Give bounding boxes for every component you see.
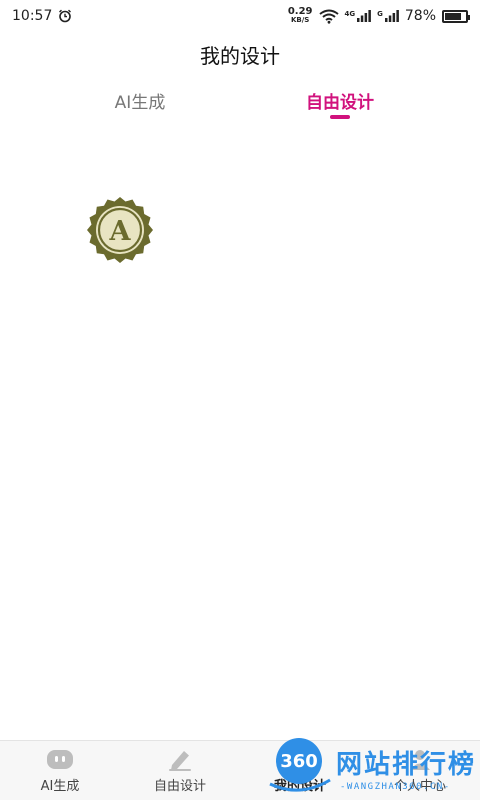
robot-icon [45, 747, 75, 771]
battery-fill [445, 12, 461, 20]
page-title: 我的设计 [200, 44, 280, 68]
alarm-icon [59, 9, 72, 23]
clock-time: 10:57 [12, 8, 53, 24]
nav-ai-generate[interactable]: AI生成 [0, 741, 120, 800]
signal-bars-icon [357, 10, 372, 22]
tab-free-design[interactable]: 自由设计 [260, 88, 420, 113]
user-icon [406, 747, 434, 771]
nav-profile-label: 个人中心 [393, 779, 446, 794]
bottom-nav: AI生成 自由设计 我的设计 个人中心 [0, 740, 480, 800]
net-speed-unit: KB/S [290, 16, 310, 24]
status-right: 0.29 KB/S 4G G 78% [288, 7, 470, 25]
nav-free-design-label: 自由设计 [153, 779, 206, 794]
signal-2-tag: G [377, 10, 383, 18]
design-item-badge[interactable]: A [84, 195, 156, 267]
tab-bar: AI生成 自由设计 [0, 88, 480, 128]
pencil-icon [166, 747, 194, 771]
battery-percent: 78% [404, 8, 436, 24]
nav-my-designs[interactable]: 我的设计 [240, 741, 360, 800]
signal-2: G [377, 10, 399, 22]
nav-my-designs-label: 我的设计 [273, 779, 326, 794]
nav-free-design[interactable]: 自由设计 [120, 741, 240, 800]
status-left: 10:57 [12, 8, 72, 24]
tab-active-indicator [330, 115, 350, 119]
net-speed: 0.29 KB/S [288, 7, 313, 25]
status-bar: 10:57 0.29 KB/S 4G G 78% [0, 0, 480, 32]
tab-ai-generate[interactable]: AI生成 [60, 88, 220, 113]
badge-letter: A [109, 216, 132, 247]
design-canvas: A [0, 140, 480, 738]
net-speed-value: 0.29 [287, 6, 313, 17]
nav-profile[interactable]: 个人中心 [360, 741, 480, 800]
signal-1-tag: 4G [344, 10, 356, 18]
folder-icon [286, 747, 314, 771]
nav-ai-generate-label: AI生成 [40, 779, 80, 794]
battery-icon [442, 9, 470, 23]
wifi-icon [318, 9, 339, 24]
signal-1: 4G [345, 10, 372, 22]
signal-bars-icon [384, 10, 399, 22]
